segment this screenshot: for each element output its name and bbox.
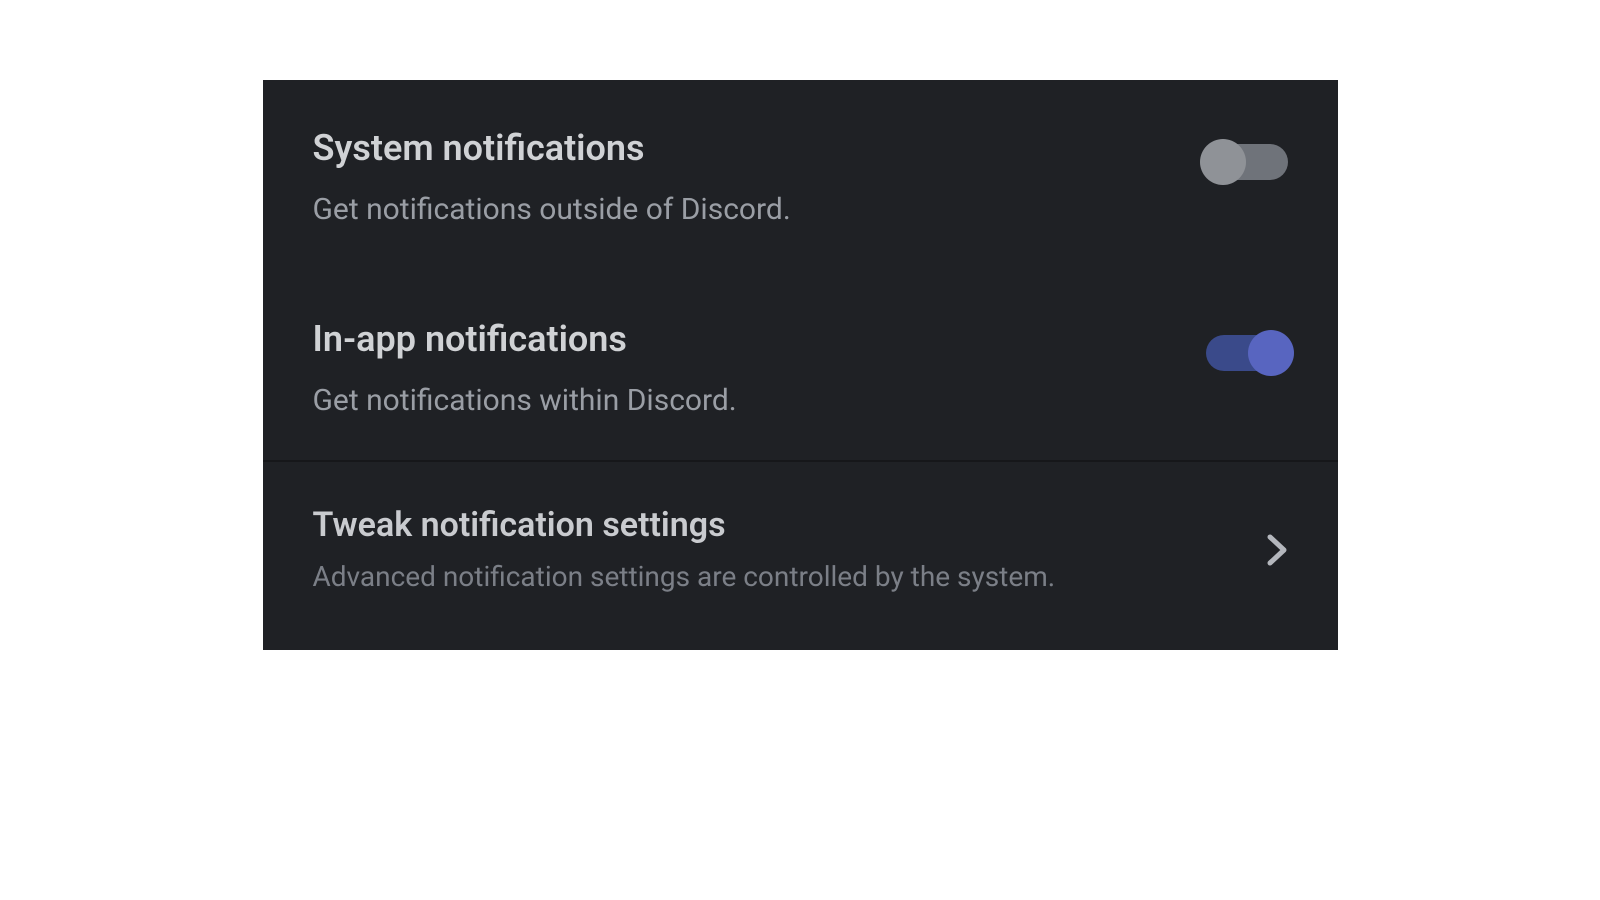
system-notifications-title: System notifications <box>313 128 1166 169</box>
system-notifications-text: System notifications Get notifications o… <box>313 128 1166 229</box>
in-app-notifications-subtitle: Get notifications within Discord. <box>313 382 1166 420</box>
in-app-notifications-title: In-app notifications <box>313 319 1166 360</box>
system-notifications-row: System notifications Get notifications o… <box>313 128 1288 229</box>
toggle-knob-icon <box>1200 139 1246 185</box>
in-app-notifications-text: In-app notifications Get notifications w… <box>313 319 1166 420</box>
tweak-settings-row[interactable]: Tweak notification settings Advanced not… <box>263 460 1338 650</box>
chevron-right-icon <box>1266 533 1288 567</box>
notification-settings-panel: System notifications Get notifications o… <box>263 80 1338 650</box>
in-app-notifications-toggle[interactable] <box>1206 335 1288 371</box>
toggle-knob-icon <box>1248 330 1294 376</box>
tweak-settings-subtitle: Advanced notification settings are contr… <box>313 559 1226 594</box>
in-app-notifications-row: In-app notifications Get notifications w… <box>313 319 1288 420</box>
tweak-settings-title: Tweak notification settings <box>313 506 1226 545</box>
tweak-settings-text: Tweak notification settings Advanced not… <box>313 506 1226 594</box>
system-notifications-toggle[interactable] <box>1206 144 1288 180</box>
settings-section: System notifications Get notifications o… <box>263 80 1338 460</box>
system-notifications-subtitle: Get notifications outside of Discord. <box>313 191 1166 229</box>
